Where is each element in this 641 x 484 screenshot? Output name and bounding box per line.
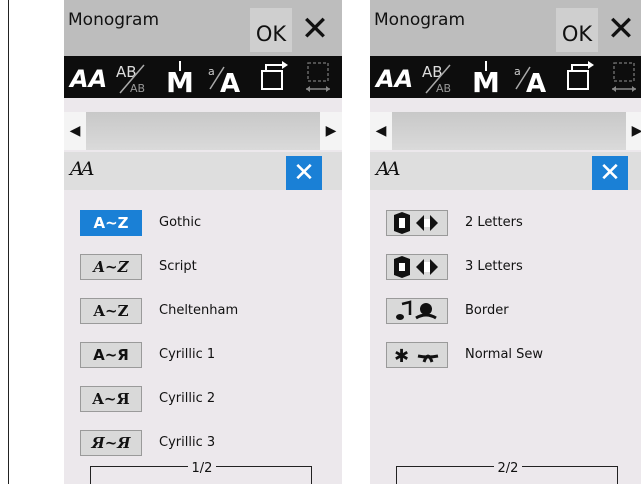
- option-3-letters[interactable]: 3 Letters: [370, 252, 641, 282]
- window-title: Monogram: [374, 10, 466, 30]
- monogram-panel-page-1: Monogram OK ✕ AA ABAB M aA ◀ ▶ AA ✕ A~Z: [64, 0, 342, 484]
- monogram-panel-page-2: Monogram OK ✕ AA AB AB M aA ◀ ▶ AA ✕ 2 L…: [370, 0, 641, 484]
- font-sample-button[interactable]: A~Я: [80, 386, 142, 412]
- svg-text:AB: AB: [130, 82, 145, 95]
- svg-text:a: a: [208, 65, 215, 78]
- back-icon[interactable]: [556, 56, 600, 98]
- svg-text:A: A: [526, 69, 546, 95]
- ok-button[interactable]: OK: [250, 8, 292, 52]
- close-button[interactable]: ✕: [598, 6, 641, 52]
- horizontal-scrollbar[interactable]: ◀ ▶: [64, 112, 342, 150]
- mirror-icon[interactable]: M: [158, 56, 202, 98]
- font-selection-header: AA ✕: [64, 152, 342, 190]
- case-icon[interactable]: aA: [204, 56, 248, 98]
- page-indicator: 1/2: [187, 461, 217, 476]
- font-menu-close-button[interactable]: ✕: [286, 156, 322, 190]
- mirror-icon[interactable]: M: [464, 56, 508, 98]
- three-letter-monogram-icon[interactable]: [386, 254, 448, 280]
- font-sample-button[interactable]: Я~Я: [80, 430, 142, 456]
- font-option-gothic[interactable]: A~Z Gothic: [64, 208, 342, 238]
- svg-text:AA: AA: [68, 65, 107, 93]
- font-label: Cheltenham: [159, 303, 239, 318]
- case-icon[interactable]: aA: [510, 56, 554, 98]
- font-option-script[interactable]: A~Z Script: [64, 252, 342, 282]
- font-option-cyrillic-2[interactable]: A~Я Cyrillic 2: [64, 384, 342, 414]
- option-label: Border: [465, 303, 509, 318]
- spacing-icon[interactable]: [296, 56, 340, 98]
- option-label: 2 Letters: [465, 215, 523, 230]
- svg-text:A: A: [220, 69, 240, 95]
- letter-size-icon[interactable]: AB AB: [112, 56, 156, 98]
- font-label: Cyrillic 1: [159, 347, 216, 362]
- svg-text:AB: AB: [436, 82, 451, 95]
- option-label: Normal Sew: [465, 347, 544, 362]
- font-style-heading-icon: AA: [70, 158, 95, 180]
- title-bar: Monogram OK ✕: [370, 0, 641, 56]
- option-border[interactable]: Border: [370, 296, 641, 326]
- font-sample-button[interactable]: A~Я: [80, 342, 142, 368]
- scroll-right-button[interactable]: ▶: [626, 112, 641, 150]
- letter-size-icon[interactable]: AB AB: [418, 56, 462, 98]
- two-letter-monogram-icon[interactable]: [386, 210, 448, 236]
- font-selection-header: AA ✕: [370, 152, 641, 190]
- font-sample-button[interactable]: A~Z: [80, 298, 142, 324]
- toolbar: AA AB AB M aA: [370, 56, 641, 98]
- title-bar: Monogram OK ✕: [64, 0, 342, 56]
- scroll-right-button[interactable]: ▶: [320, 112, 342, 150]
- window-title: Monogram: [68, 10, 160, 30]
- svg-text:✱: ✱: [394, 346, 409, 366]
- font-sample-button[interactable]: A~Z: [80, 210, 142, 236]
- back-icon[interactable]: [250, 56, 294, 98]
- scroll-left-button[interactable]: ◀: [370, 112, 392, 150]
- scroll-track[interactable]: [86, 112, 320, 150]
- font-option-cheltenham[interactable]: A~Z Cheltenham: [64, 296, 342, 326]
- scroll-left-button[interactable]: ◀: [64, 112, 86, 150]
- option-2-letters[interactable]: 2 Letters: [370, 208, 641, 238]
- normal-sew-icon[interactable]: ✱: [386, 342, 448, 368]
- svg-text:AA: AA: [374, 65, 413, 93]
- font-sample-button[interactable]: A~Z: [80, 254, 142, 280]
- horizontal-scrollbar[interactable]: ◀ ▶: [370, 112, 641, 150]
- left-frame-line: [8, 0, 9, 484]
- border-icon[interactable]: [386, 298, 448, 324]
- spacing-icon[interactable]: [602, 56, 641, 98]
- close-button[interactable]: ✕: [292, 6, 338, 52]
- page-indicator-box: 1/2: [90, 461, 312, 484]
- font-label: Script: [159, 259, 197, 274]
- font-option-cyrillic-3[interactable]: Я~Я Cyrillic 3: [64, 428, 342, 458]
- svg-text:a: a: [514, 65, 521, 78]
- font-label: Cyrillic 2: [159, 391, 216, 406]
- font-label: Gothic: [159, 215, 202, 230]
- toolbar: AA AB AB M aA: [64, 56, 342, 98]
- font-style-icon[interactable]: AA: [66, 56, 110, 98]
- option-label: 3 Letters: [465, 259, 523, 274]
- scroll-track[interactable]: [392, 112, 626, 150]
- font-label: Cyrillic 3: [159, 435, 216, 450]
- page-indicator: 2/2: [493, 461, 523, 476]
- option-normal-sew[interactable]: ✱ Normal Sew: [370, 340, 641, 370]
- font-style-icon[interactable]: AA: [372, 56, 416, 98]
- font-option-cyrillic-1[interactable]: A~Я Cyrillic 1: [64, 340, 342, 370]
- font-menu-close-button[interactable]: ✕: [592, 156, 628, 190]
- ok-button[interactable]: OK: [556, 8, 598, 52]
- font-style-heading-icon: AA: [376, 158, 401, 180]
- page-indicator-box: 2/2: [396, 461, 618, 484]
